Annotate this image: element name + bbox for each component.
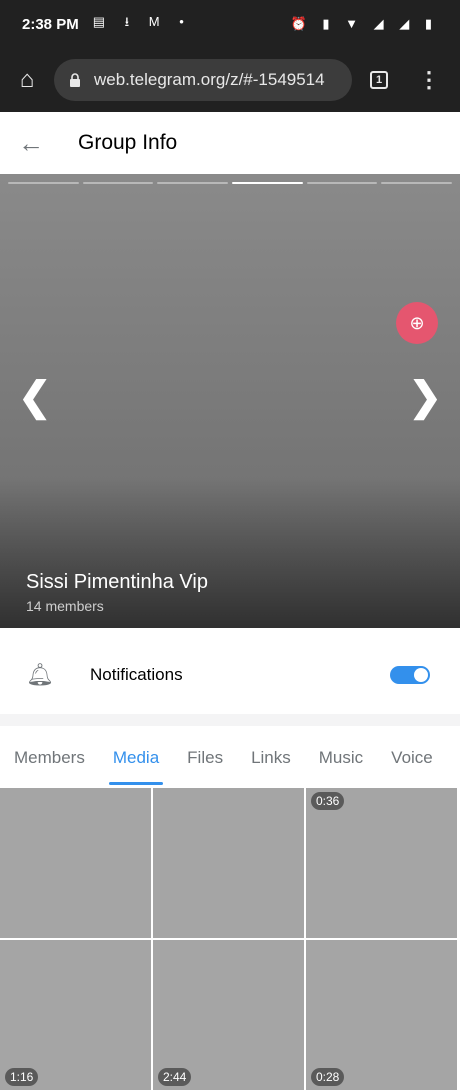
photo-progress-segment (157, 182, 229, 184)
tab-music[interactable]: Music (319, 748, 363, 768)
tab-files[interactable]: Files (187, 748, 223, 768)
section-divider (0, 714, 460, 726)
tab-voice[interactable]: Voice (391, 748, 433, 768)
status-time: 2:38 PM (22, 15, 79, 33)
system-icons: ⏰ ▮ ▼ ◢ ◢ ▮ (290, 16, 438, 31)
zoom-icon[interactable]: ⊕ (396, 302, 438, 344)
home-icon[interactable]: ⌂ (0, 66, 54, 94)
shared-media-tabs: Members Media Files Links Music Voice (0, 730, 460, 786)
notifications-label: Notifications (90, 665, 183, 684)
media-thumbnail[interactable] (153, 788, 304, 938)
page-title: Group Info (78, 131, 178, 154)
media-thumbnail[interactable]: 1:16 (0, 940, 151, 1090)
video-duration: 0:36 (311, 792, 345, 810)
overflow-menu-icon[interactable]: ⋮ (418, 67, 440, 93)
notifications-row[interactable]: 🔔︎ Notifications (0, 642, 460, 708)
previous-photo-icon[interactable]: ❮ (18, 374, 52, 420)
photo-progress-segment (82, 182, 154, 184)
tab-switcher-button[interactable]: 1 (370, 71, 388, 89)
bell-icon: 🔔︎ (26, 662, 54, 687)
tab-links[interactable]: Links (251, 748, 291, 768)
group-name: Sissi Pimentinha Vip (26, 571, 208, 593)
photo-progress-segment (306, 182, 378, 184)
media-thumbnail[interactable]: 0:36 (306, 788, 457, 938)
back-arrow-icon[interactable]: ← (0, 128, 62, 159)
media-thumbnail[interactable]: 0:28 (306, 940, 457, 1090)
lock-icon (70, 73, 80, 87)
member-count: 14 members (26, 598, 104, 614)
notifications-toggle[interactable] (390, 666, 430, 684)
photo-progress-segment (232, 182, 303, 184)
browser-toolbar: ⌂ web.telegram.org/z/#-1549514 1 ⋮ (0, 48, 460, 112)
video-duration: 1:16 (5, 1068, 39, 1086)
profile-photo-viewer[interactable]: ❮ ❯ ⊕ Sissi Pimentinha Vip 14 members (0, 174, 460, 628)
next-photo-icon[interactable]: ❯ (408, 374, 442, 420)
notification-icons: ▤ ⭳ M • (92, 14, 192, 29)
photo-progress-segment (381, 182, 453, 184)
media-thumbnail[interactable] (0, 788, 151, 938)
url-text: web.telegram.org/z/#-1549514 (94, 70, 325, 89)
video-duration: 2:44 (158, 1068, 192, 1086)
photo-progress-segment (8, 182, 79, 184)
status-bar: 2:38 PM ▤ ⭳ M • ⏰ ▮ ▼ ◢ ◢ ▮ (0, 0, 460, 48)
tab-media[interactable]: Media (108, 748, 164, 785)
media-thumbnail[interactable]: 2:44 (153, 940, 304, 1090)
tab-members[interactable]: Members (14, 748, 85, 768)
group-info-header: ← Group Info (0, 112, 460, 174)
address-bar[interactable]: web.telegram.org/z/#-1549514 (54, 59, 352, 101)
media-grid: 0:36 1:16 2:44 0:28 (0, 788, 460, 1090)
video-duration: 0:28 (311, 1068, 345, 1086)
photo-progress (8, 182, 453, 184)
